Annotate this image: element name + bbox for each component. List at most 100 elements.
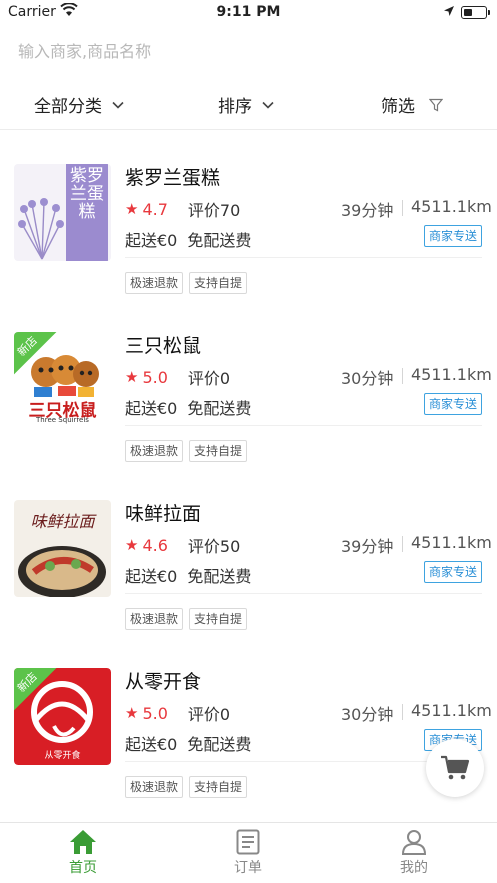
tab-me-label: 我的 <box>400 860 428 876</box>
chevron-down-icon <box>262 101 274 109</box>
fee-info: 起送€0 免配送费 <box>125 563 251 587</box>
tab-me[interactable]: 我的 <box>354 829 474 877</box>
filter-bar: 全部分类 排序 筛选 <box>0 82 497 130</box>
shop-thumbnail: 三只松鼠 Three Squirrels 新店 <box>14 332 111 429</box>
shop-rating: ★ 5.0 评价0 <box>125 701 230 725</box>
shop-tags: 极速退款 支持自提 <box>125 608 253 630</box>
shop-tags: 极速退款 支持自提 <box>125 440 253 462</box>
shop-card[interactable]: 紫罗兰蛋糕 紫罗兰蛋糕 ★ 4.7 评价70 39分钟 4511.1km 起送€… <box>0 130 497 298</box>
distance: 4511.1km <box>411 197 492 216</box>
shop-name: 味鲜拉面 <box>125 503 202 525</box>
category-dropdown[interactable]: 全部分类 <box>34 92 124 117</box>
tab-orders-label: 订单 <box>234 860 262 876</box>
funnel-icon <box>429 98 443 111</box>
delivery-time: 39分钟 <box>341 201 394 220</box>
fee-info: 起送€0 免配送费 <box>125 227 251 251</box>
review-count: 评价70 <box>187 201 241 220</box>
shop-name: 紫罗兰蛋糕 <box>125 167 221 189</box>
review-count: 评价50 <box>187 537 241 556</box>
divider <box>125 425 482 426</box>
delivery-time: 30分钟 <box>341 705 394 724</box>
shop-rating: ★ 4.7 评价70 <box>125 197 240 221</box>
divider <box>402 536 403 552</box>
divider <box>402 368 403 384</box>
tag: 支持自提 <box>189 272 248 294</box>
tab-home[interactable]: 首页 <box>23 829 143 877</box>
sort-dropdown[interactable]: 排序 <box>218 92 274 117</box>
tab-home-label: 首页 <box>69 860 97 876</box>
shop-thumbnail: 味鲜拉面 <box>14 500 111 597</box>
tag: 支持自提 <box>189 776 248 798</box>
tag: 极速退款 <box>125 440 184 462</box>
tab-bar: 首页 订单 我的 <box>0 822 497 883</box>
sort-label: 排序 <box>218 97 252 117</box>
distance: 4511.1km <box>411 701 492 720</box>
min-order: 起送€0 <box>125 567 178 586</box>
shop-name: 从零开食 <box>125 671 202 693</box>
delivery-time: 39分钟 <box>341 537 394 556</box>
divider <box>125 257 482 258</box>
new-shop-badge: 新店 <box>14 332 58 376</box>
rating-score: 5.0 <box>142 367 168 387</box>
thumb-text: 味鲜拉面 <box>30 512 95 531</box>
review-count: 评价0 <box>187 705 231 724</box>
delivery-type-badge: 商家专送 <box>424 393 483 415</box>
delivery-type-badge: 商家专送 <box>424 561 483 583</box>
shop-card[interactable]: 味鲜拉面 味鲜拉面 ★ 4.6 评价50 39分钟 4511.1km 起送€0 免… <box>0 466 497 634</box>
filter-button[interactable]: 筛选 <box>381 92 443 117</box>
clock: 9:11 PM <box>216 4 281 20</box>
shop-thumbnail: 从零开食 新店 <box>14 668 111 765</box>
divider <box>125 593 482 594</box>
shop-card[interactable]: 三只松鼠 Three Squirrels 新店 三只松鼠 ★ 5.0 评价0 3… <box>0 298 497 466</box>
filter-label: 筛选 <box>381 97 415 117</box>
search-input[interactable]: 输入商家,商品名称 <box>18 38 478 64</box>
star-icon: ★ <box>125 536 139 554</box>
delivery-fee: 免配送费 <box>187 399 252 418</box>
delivery-fee: 免配送费 <box>187 567 252 586</box>
rating-score: 4.6 <box>142 535 168 555</box>
location-arrow-icon <box>443 5 455 21</box>
shop-thumbnail: 紫罗兰蛋糕 <box>14 164 111 261</box>
delivery-time: 30分钟 <box>341 369 394 388</box>
order-list-icon <box>236 829 260 855</box>
tab-orders[interactable]: 订单 <box>188 829 308 877</box>
divider <box>402 704 403 720</box>
tag: 极速退款 <box>125 608 184 630</box>
tag: 支持自提 <box>189 608 248 630</box>
tag: 极速退款 <box>125 776 184 798</box>
shop-name: 三只松鼠 <box>125 335 202 357</box>
status-bar: Carrier 9:11 PM <box>0 0 497 26</box>
new-shop-badge: 新店 <box>14 668 58 712</box>
fee-info: 起送€0 免配送费 <box>125 731 251 755</box>
min-order: 起送€0 <box>125 735 178 754</box>
shop-rating: ★ 5.0 评价0 <box>125 365 230 389</box>
star-icon: ★ <box>125 368 139 386</box>
star-icon: ★ <box>125 200 139 218</box>
review-count: 评价0 <box>187 369 231 388</box>
star-icon: ★ <box>125 704 139 722</box>
search-placeholder: 输入商家,商品名称 <box>18 42 152 61</box>
home-icon <box>70 830 96 854</box>
rating-score: 4.7 <box>142 199 168 219</box>
fee-info: 起送€0 免配送费 <box>125 395 251 419</box>
user-icon <box>401 830 427 855</box>
thumb-text: 紫罗兰蛋糕 <box>70 166 104 222</box>
delivery-fee: 免配送费 <box>187 231 252 250</box>
rating-score: 5.0 <box>142 703 168 723</box>
cart-icon <box>441 755 470 780</box>
delivery-fee: 免配送费 <box>187 735 252 754</box>
cart-button[interactable] <box>426 739 484 797</box>
category-label: 全部分类 <box>34 97 102 117</box>
min-order: 起送€0 <box>125 399 178 418</box>
distance: 4511.1km <box>411 533 492 552</box>
thumb-text: 从零开食 <box>44 751 81 761</box>
shop-tags: 极速退款 支持自提 <box>125 272 253 294</box>
divider <box>402 200 403 216</box>
chevron-down-icon <box>112 101 124 109</box>
distance: 4511.1km <box>411 365 492 384</box>
tag: 极速退款 <box>125 272 184 294</box>
shop-rating: ★ 4.6 评价50 <box>125 533 240 557</box>
shop-card[interactable]: 从零开食 新店 从零开食 ★ 5.0 评价0 30分钟 4511.1km 起送€… <box>0 634 497 802</box>
shop-tags: 极速退款 支持自提 <box>125 776 253 798</box>
min-order: 起送€0 <box>125 231 178 250</box>
